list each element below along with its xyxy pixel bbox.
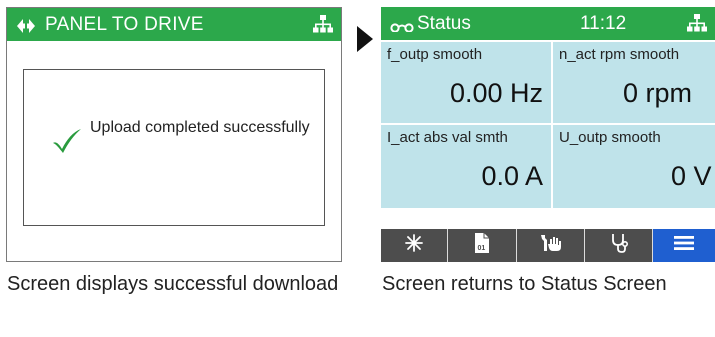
status-cell-value: 0 rpm — [623, 78, 693, 108]
status-cell-value: 0 V — [671, 161, 712, 191]
status-cell-label: n_act rpm smooth — [559, 46, 680, 63]
network-icon — [687, 13, 707, 38]
status-time: 11:12 — [580, 13, 627, 34]
diagnostics-button[interactable] — [585, 229, 653, 262]
status-title: Status — [417, 13, 471, 34]
triangle-right-icon — [357, 26, 373, 57]
menu-button[interactable] — [653, 229, 715, 262]
status-cell-i-act[interactable]: I_act abs val smth 0.0 A — [381, 125, 551, 208]
hand-wrench-button[interactable] — [517, 229, 585, 262]
status-screen: Status 11:12 f_outp smooth 0.00 Hz n_act… — [381, 7, 715, 262]
status-header: Status 11:12 — [381, 7, 715, 40]
checkmark-icon — [52, 128, 82, 159]
asterisk-button[interactable] — [381, 229, 448, 262]
status-cell-f-outp[interactable]: f_outp smooth 0.00 Hz — [381, 42, 551, 123]
status-cell-u-outp[interactable]: U_outp smooth 0 V — [553, 125, 715, 208]
parameter-file-button[interactable]: 01 — [448, 229, 517, 262]
stethoscope-icon — [609, 232, 629, 259]
status-cell-label: f_outp smooth — [387, 46, 483, 63]
parameter-file-icon: 01 — [474, 232, 490, 259]
status-cell-n-act[interactable]: n_act rpm smooth 0 rpm — [553, 42, 715, 123]
panel-to-drive-title: PANEL TO DRIVE — [45, 13, 204, 35]
asterisk-icon — [404, 233, 424, 258]
menu-icon — [673, 234, 695, 257]
glasses-icon — [389, 19, 415, 37]
status-cell-label: I_act abs val smth — [387, 129, 508, 146]
svg-text:01: 01 — [478, 245, 486, 252]
status-cell-value: 0.00 Hz — [449, 78, 543, 108]
upload-complete-dialog: Upload completed successfully — [23, 69, 325, 226]
status-cell-value: 0.0 A — [481, 161, 543, 191]
panel-to-drive-screen: PANEL TO DRIVE Upload completed successf… — [6, 7, 342, 262]
right-caption: Screen returns to Status Screen — [382, 273, 667, 295]
status-cell-label: U_outp smooth — [559, 129, 661, 146]
upload-complete-message: Upload completed successfully — [90, 119, 310, 136]
transfer-arrows-icon — [15, 16, 37, 34]
status-toolbar: 01 — [381, 229, 715, 262]
hand-wrench-icon — [539, 233, 563, 258]
left-caption: Screen displays successful download — [7, 273, 339, 295]
panel-to-drive-header: PANEL TO DRIVE — [7, 8, 341, 41]
network-icon — [313, 14, 333, 39]
